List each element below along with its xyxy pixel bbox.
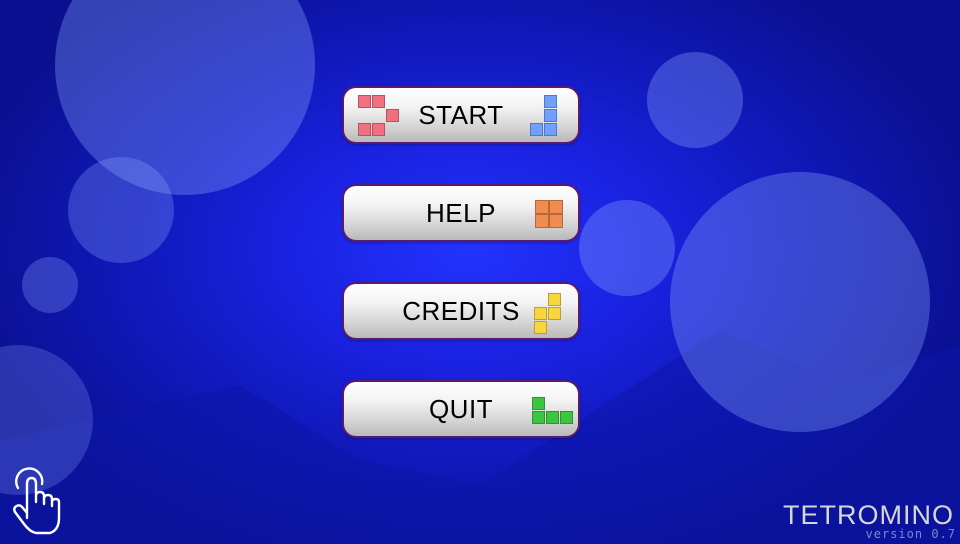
version-label: version 0.7	[865, 527, 956, 541]
credits-button[interactable]: CREDITS	[342, 282, 580, 340]
background-decoration	[0, 0, 960, 544]
help-button[interactable]: HELP	[342, 184, 580, 242]
start-button[interactable]: START	[342, 86, 580, 144]
touch-hand-icon	[13, 467, 61, 535]
quit-button[interactable]: QUIT	[342, 380, 580, 438]
